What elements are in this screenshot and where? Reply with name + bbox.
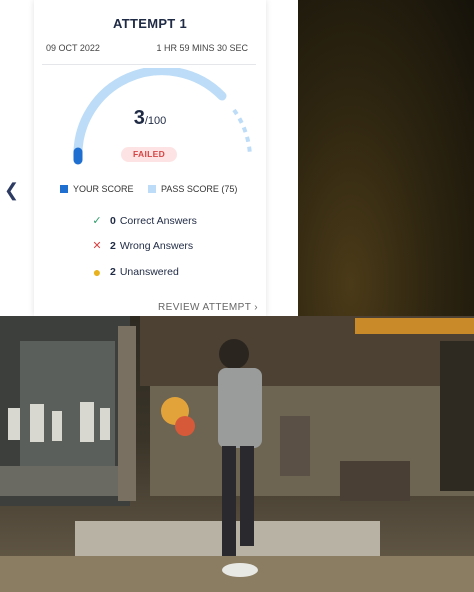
seated-person — [280, 416, 310, 476]
attempt-date: 09 OCT 2022 — [46, 43, 100, 53]
your-score-swatch — [60, 185, 68, 193]
attempt-title: ATTEMPT 1 — [113, 16, 187, 31]
shop-sign — [355, 318, 474, 334]
stat-correct-count: 0 — [110, 214, 116, 227]
street-scene-image — [0, 316, 474, 592]
cart — [340, 461, 410, 501]
review-attempt-label: REVIEW ATTEMPT — [158, 302, 252, 313]
score-value: 3/100 — [34, 107, 266, 130]
cross-icon: ✕ — [92, 240, 102, 252]
legend-pass-score: PASS SCORE (75) — [148, 184, 237, 194]
divider — [42, 64, 256, 65]
score-number: 3 — [133, 107, 145, 129]
right-column — [440, 341, 474, 491]
stat-wrong-label: Wrong Answers — [119, 239, 194, 252]
stat-unanswered: ● 2 Unanswered — [90, 264, 179, 280]
chevron-left-icon[interactable]: ❮ — [4, 180, 19, 201]
review-attempt-link[interactable]: REVIEW ATTEMPT › — [158, 302, 258, 313]
status-badge: FAILED — [121, 147, 177, 162]
check-icon: ✓ — [92, 215, 102, 227]
stat-wrong-count: 2 — [110, 239, 116, 252]
legend-your-score: YOUR SCORE — [60, 184, 134, 194]
stat-correct: ✓ 0 Correct Answers — [90, 214, 197, 228]
shop-wall — [150, 386, 474, 496]
pass-score-swatch — [148, 185, 156, 193]
attempt-card: ATTEMPT 1 09 OCT 2022 1 HR 59 MINS 30 SE… — [34, 0, 266, 316]
stat-unanswered-label: Unanswered — [119, 266, 179, 278]
score-screenshot-panel: ❮ ATTEMPT 1 09 OCT 2022 1 HR 59 MINS 30 … — [0, 0, 298, 316]
dot-icon: ● — [92, 264, 102, 280]
score-total: /100 — [144, 115, 167, 127]
legend-pass-score-label: PASS SCORE (75) — [161, 184, 238, 194]
stat-wrong: ✕ 2 Wrong Answers — [90, 239, 194, 253]
attempt-duration: 1 HR 59 MINS 30 SEC — [156, 43, 248, 53]
chevron-right-icon: › — [254, 302, 258, 313]
dark-night-image — [298, 0, 474, 316]
pillar — [118, 326, 136, 501]
steps — [0, 466, 120, 496]
legend-your-score-label: YOUR SCORE — [73, 184, 134, 194]
stat-correct-label: Correct Answers — [119, 214, 197, 227]
stat-unanswered-count: 2 — [110, 266, 116, 278]
street-scene-illustration — [0, 316, 474, 592]
